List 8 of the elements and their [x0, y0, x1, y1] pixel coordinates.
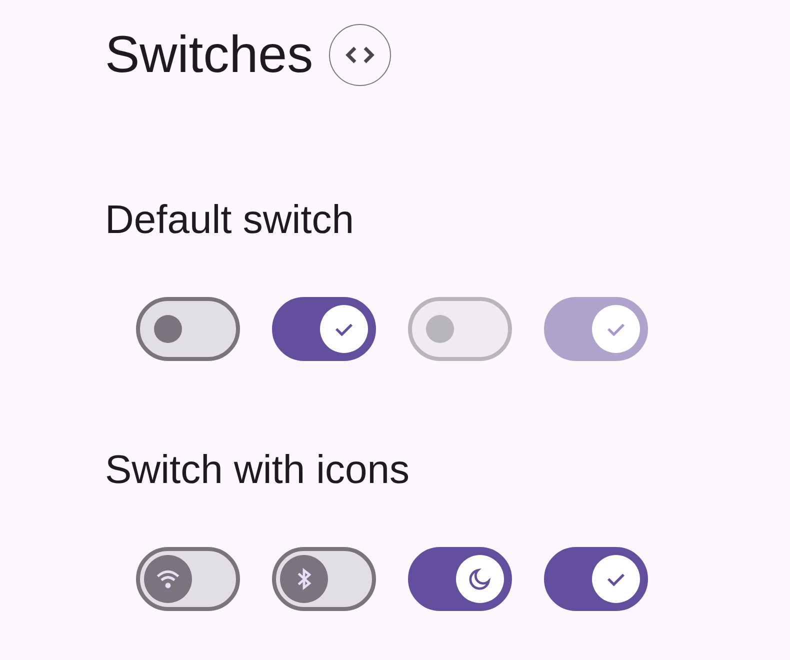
section-heading: Switch with icons: [105, 447, 411, 494]
moon-icon: [467, 566, 493, 592]
switch-thumb: [154, 315, 182, 343]
switch-thumb: [426, 315, 454, 343]
code-icon: [345, 45, 376, 65]
section-heading: Default switch: [105, 197, 355, 244]
code-button[interactable]: [329, 24, 392, 86]
page-title: Switches: [105, 25, 314, 86]
